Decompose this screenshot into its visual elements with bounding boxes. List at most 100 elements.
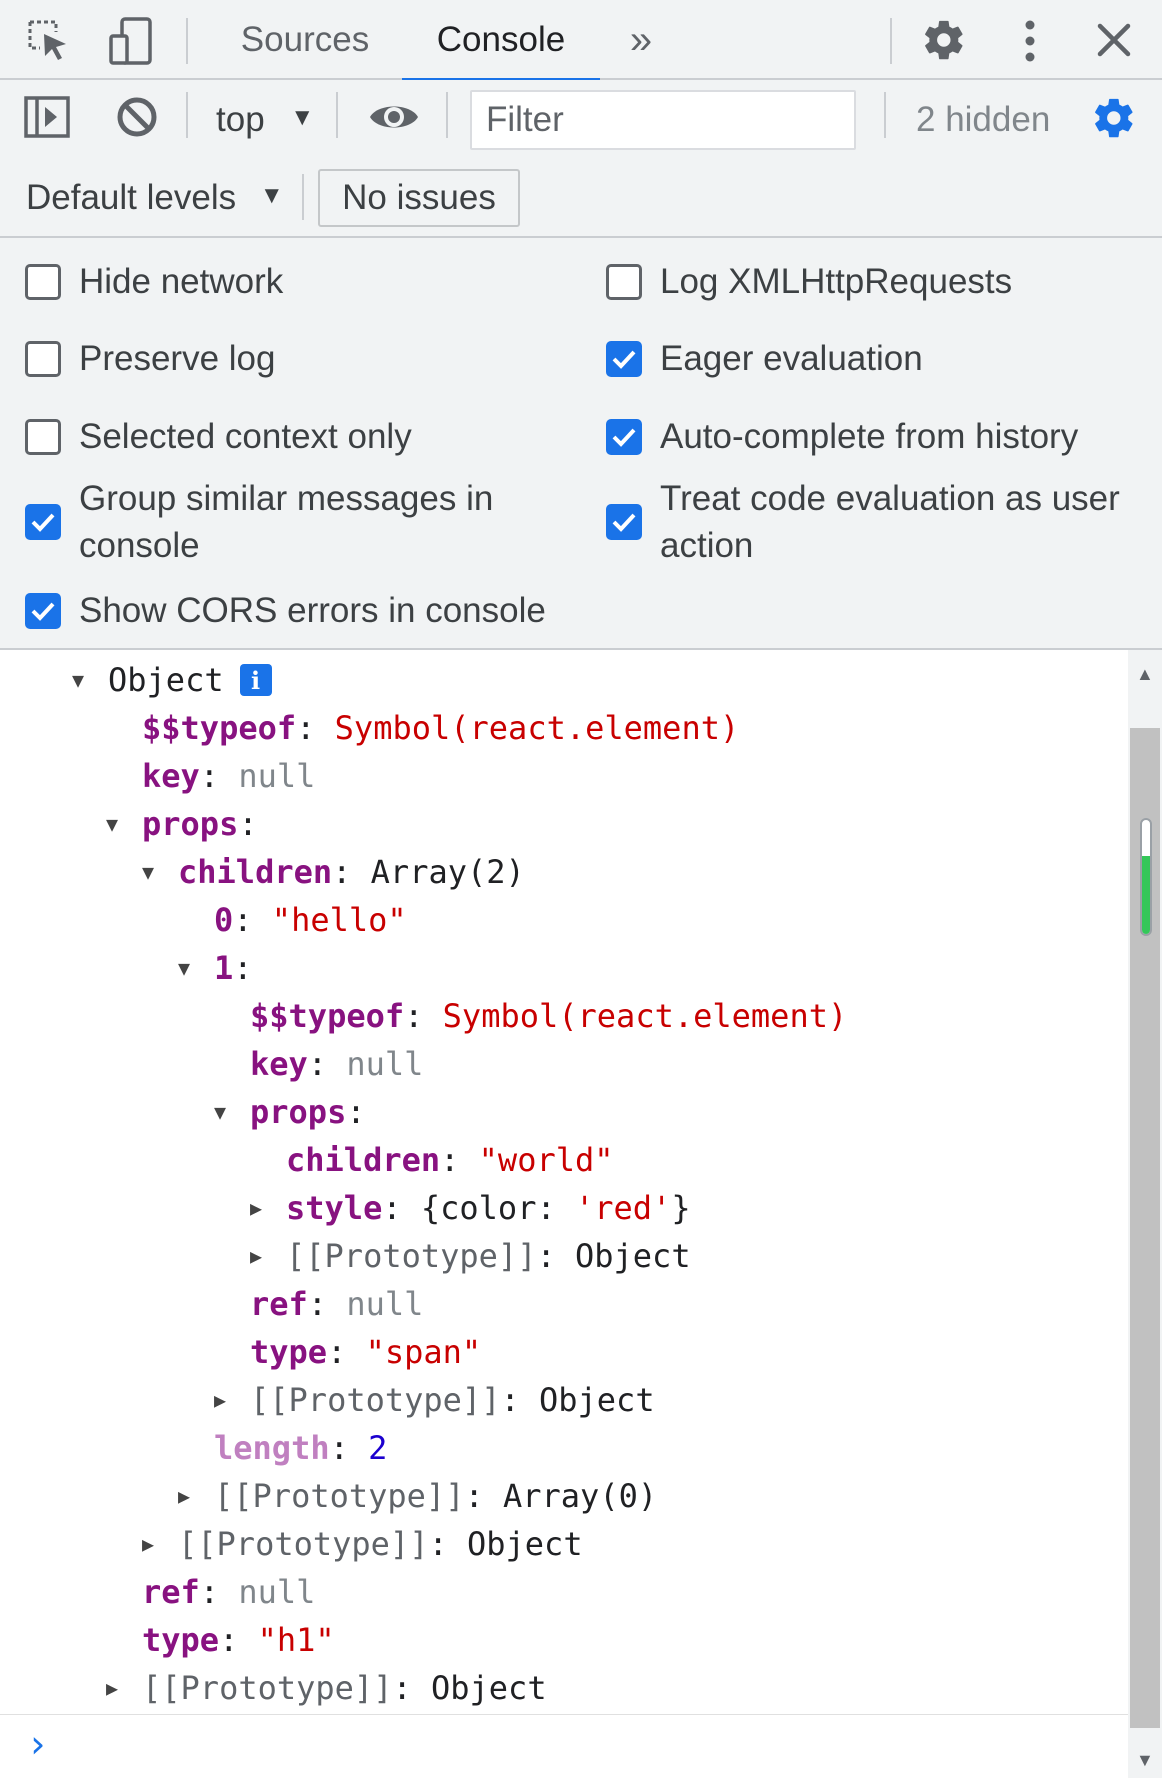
property-key: [[Prototype]] [250, 1381, 501, 1419]
property-key: props [142, 805, 239, 843]
tab-sources[interactable]: Sources [232, 0, 378, 80]
tree-row[interactable]: ref: null [0, 1568, 315, 1616]
treat-eval-checkbox[interactable] [606, 504, 642, 540]
tree-row[interactable]: ▶ [[Prototype]]: Object [0, 1232, 691, 1280]
option-label: Selected context only [79, 417, 412, 456]
tree-row[interactable]: 0: "hello" [0, 896, 407, 944]
tree-row[interactable]: ▶ [[Prototype]]: Object [0, 1520, 583, 1568]
more-options-icon[interactable] [1010, 16, 1050, 66]
live-expression-eye-icon[interactable] [366, 94, 422, 140]
preserve-log-checkbox[interactable] [25, 340, 61, 377]
property-value: "span" [365, 1333, 482, 1371]
issues-button[interactable]: No issues [318, 169, 520, 227]
property-key: children [286, 1141, 441, 1179]
collapsed-triangle-icon[interactable]: ▶ [250, 1196, 286, 1220]
tree-row[interactable]: key: null [0, 752, 315, 800]
context-selector[interactable]: top ▼ [216, 100, 314, 140]
tree-row[interactable]: $$typeof: Symbol(react.element) [0, 992, 847, 1040]
tab-console[interactable]: Console [402, 0, 600, 82]
property-key: style [286, 1189, 383, 1227]
eager-eval-checkbox[interactable] [606, 340, 642, 377]
property-value: Symbol(react.element) [334, 709, 740, 747]
console-input-row[interactable] [0, 1714, 1128, 1778]
tree-row[interactable]: ▶ style: {color: 'red'} [0, 1184, 691, 1232]
scroll-indicator [1140, 818, 1152, 936]
sidebar-toggle-icon[interactable] [22, 92, 72, 142]
tree-row[interactable]: ▼ props: [0, 1088, 366, 1136]
expanded-triangle-icon[interactable]: ▼ [106, 812, 142, 836]
clear-console-icon[interactable] [112, 92, 162, 142]
autocomplete-option[interactable]: Auto-complete from history [606, 413, 1078, 460]
group-similar-checkbox[interactable] [25, 504, 61, 540]
property-key: type [142, 1621, 220, 1659]
scroll-indicator-fill [1142, 856, 1150, 934]
property-key: 0 [214, 901, 234, 939]
log-levels-dropdown[interactable]: Default levels ▼ [26, 178, 284, 218]
tree-row[interactable]: type: "span" [0, 1328, 481, 1376]
log-xhr-option[interactable]: Log XMLHttpRequests [606, 258, 1012, 305]
tree-row[interactable]: children: "world" [0, 1136, 614, 1184]
settings-gear-icon[interactable] [918, 14, 970, 66]
treat-eval-option[interactable]: Treat code evaluation as user action [606, 475, 1146, 569]
tree-row[interactable]: key: null [0, 1040, 423, 1088]
preserve-log-option[interactable]: Preserve log [25, 335, 275, 382]
expanded-triangle-icon[interactable]: ▼ [178, 956, 214, 980]
console-output[interactable]: ▼ Object i $$typeof: Symbol(react.element)… [0, 650, 1162, 1778]
selected-context-option[interactable]: Selected context only [25, 413, 412, 460]
selected-context-checkbox[interactable] [25, 418, 61, 455]
filter-input[interactable]: Filter [470, 90, 856, 150]
property-value: Array(0) [502, 1477, 658, 1515]
scroll-up-arrow-icon[interactable]: ▲ [1136, 664, 1154, 685]
tree-row[interactable]: length: 2 [0, 1424, 387, 1472]
tree-row-object[interactable]: ▼ Object i [0, 656, 272, 704]
collapsed-triangle-icon[interactable]: ▶ [214, 1388, 250, 1412]
separator [884, 92, 886, 138]
tree-row[interactable]: type: "h1" [0, 1616, 335, 1664]
expanded-triangle-icon[interactable]: ▼ [142, 860, 178, 884]
group-similar-option[interactable]: Group similar messages in console [25, 475, 545, 569]
tree-row[interactable]: ▼ props: [0, 800, 258, 848]
property-key: type [250, 1333, 328, 1371]
expanded-triangle-icon[interactable]: ▼ [72, 668, 108, 692]
collapsed-triangle-icon[interactable]: ▶ [250, 1244, 286, 1268]
property-key: [[Prototype]] [286, 1237, 537, 1275]
tree-row[interactable]: ref: null [0, 1280, 423, 1328]
separator [186, 92, 188, 138]
collapsed-triangle-icon[interactable]: ▶ [106, 1676, 142, 1700]
eager-eval-option[interactable]: Eager evaluation [606, 335, 923, 382]
scroll-down-arrow-icon[interactable]: ▼ [1136, 1750, 1154, 1771]
property-value: Symbol(react.element) [442, 997, 848, 1035]
option-label: Show CORS errors in console [79, 591, 546, 630]
more-tabs-icon[interactable]: » [616, 0, 666, 80]
tree-row[interactable]: $$typeof: Symbol(react.element) [0, 704, 739, 752]
show-cors-checkbox[interactable] [25, 592, 61, 629]
property-key: 1 [214, 949, 234, 987]
close-icon[interactable] [1090, 16, 1138, 64]
tree-row[interactable]: ▼ children: Array(2) [0, 848, 525, 896]
inspect-element-icon[interactable] [22, 18, 76, 64]
hide-network-checkbox[interactable] [25, 263, 61, 300]
option-label: Treat code evaluation as user action [660, 479, 1120, 565]
console-toolbar: top ▼ Filter 2 hidden Default levels ▼ N… [0, 80, 1162, 238]
tree-row[interactable]: ▼ 1: [0, 944, 253, 992]
show-cors-option[interactable]: Show CORS errors in console [25, 587, 546, 634]
tree-row[interactable]: ▶ [[Prototype]]: Array(0) [0, 1472, 657, 1520]
property-value: "hello" [271, 901, 407, 939]
collapsed-triangle-icon[interactable]: ▶ [178, 1484, 214, 1508]
separator [336, 92, 338, 138]
expanded-triangle-icon[interactable]: ▼ [214, 1100, 250, 1124]
property-value: null [238, 1573, 316, 1611]
collapsed-triangle-icon[interactable]: ▶ [142, 1532, 178, 1556]
check-icon [612, 513, 636, 532]
device-toolbar-icon[interactable] [106, 16, 156, 66]
console-settings-gear-icon[interactable] [1088, 92, 1140, 144]
hide-network-option[interactable]: Hide network [25, 258, 283, 305]
property-value: 'red' [574, 1189, 672, 1227]
info-icon[interactable]: i [239, 664, 272, 696]
tree-row[interactable]: ▶ [[Prototype]]: Object [0, 1664, 547, 1712]
log-xhr-checkbox[interactable] [606, 263, 642, 300]
check-icon [31, 602, 55, 621]
property-value: Object [430, 1669, 547, 1707]
autocomplete-checkbox[interactable] [606, 418, 642, 455]
tree-row[interactable]: ▶ [[Prototype]]: Object [0, 1376, 655, 1424]
